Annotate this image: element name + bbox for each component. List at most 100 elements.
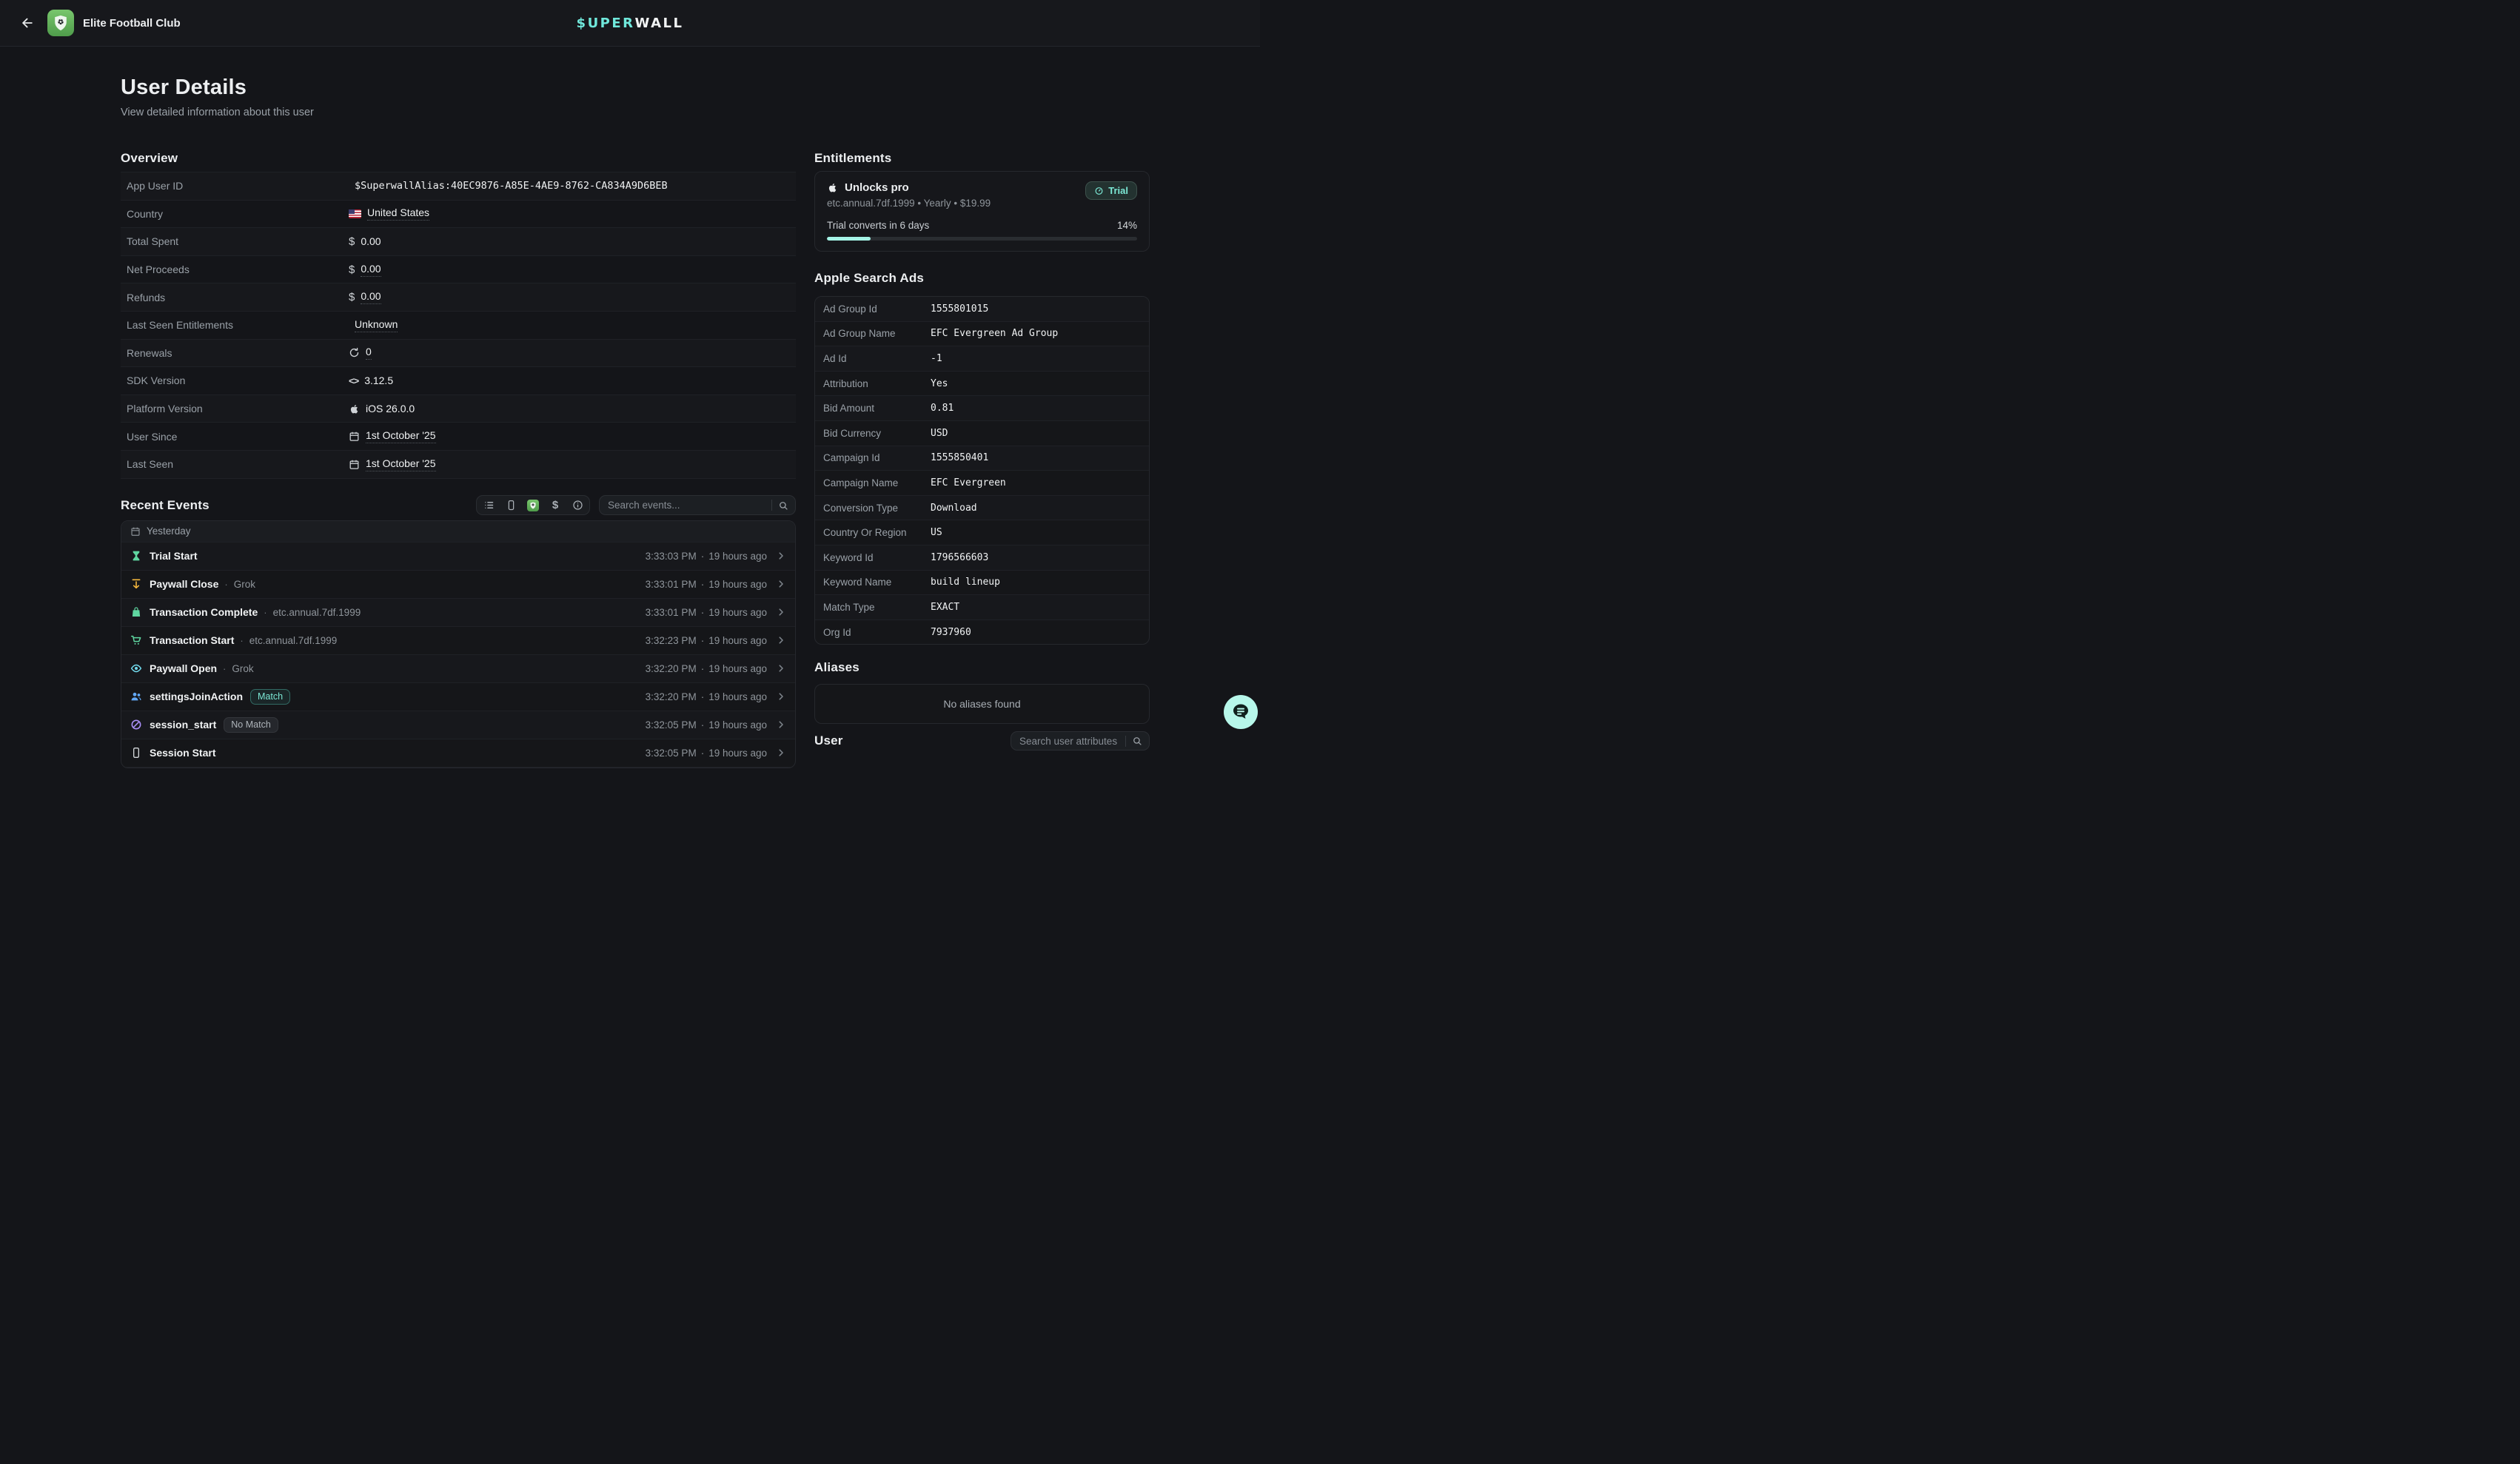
event-ago: 19 hours ago bbox=[708, 635, 767, 646]
logo-accent: $UPER bbox=[577, 16, 635, 31]
user-heading: User bbox=[814, 733, 843, 748]
table-row: Bid Currency USD bbox=[815, 421, 1149, 446]
chevron-right-icon bbox=[776, 635, 786, 645]
events-view-button[interactable] bbox=[500, 497, 521, 513]
timer-icon bbox=[1094, 186, 1104, 195]
event-icon bbox=[130, 719, 142, 731]
page-title: User Details bbox=[121, 75, 796, 100]
events-group-label: Yesterday bbox=[147, 526, 191, 537]
event-subtitle: etc.annual.7df.1999 bbox=[249, 635, 338, 646]
event-time: 3:33:01 PM bbox=[646, 607, 697, 618]
table-row: SDK Version <> 3.12.5 bbox=[121, 367, 796, 395]
event-icon bbox=[130, 747, 142, 759]
event-badge: Match bbox=[250, 689, 290, 705]
event-row[interactable]: settingsJoinAction Match 3:32:20 PM · 19… bbox=[121, 683, 795, 711]
row-label: SDK Version bbox=[121, 375, 349, 386]
events-view-button[interactable] bbox=[478, 497, 499, 513]
soccer-crest-icon bbox=[51, 13, 70, 33]
event-time-separator: · bbox=[701, 748, 705, 759]
row-value: EFC Evergreen Ad Group bbox=[931, 328, 1058, 339]
event-name: session_start bbox=[150, 719, 216, 731]
event-time: 3:33:01 PM bbox=[646, 579, 697, 590]
chevron-right-icon bbox=[776, 663, 786, 674]
event-row[interactable]: Trial Start 3:33:03 PM · 19 hours ago bbox=[121, 543, 795, 571]
event-time: 3:32:05 PM bbox=[646, 748, 697, 759]
event-row[interactable]: Session Start 3:32:05 PM · 19 hours ago bbox=[121, 739, 795, 768]
recent-events-heading: Recent Events bbox=[121, 498, 210, 513]
event-ago: 19 hours ago bbox=[708, 748, 767, 759]
row-label: Last Seen bbox=[121, 458, 349, 470]
row-label: Ad Group Name bbox=[815, 328, 931, 339]
row-value: 1555801015 bbox=[931, 303, 988, 315]
row-value: 0 bbox=[366, 346, 372, 360]
entitlement-details: etc.annual.7df.1999 • Yearly • $19.99 bbox=[827, 198, 991, 209]
events-search bbox=[599, 495, 796, 515]
trial-progress-fill bbox=[827, 237, 871, 241]
table-row: Last Seen Entitlements Unknown bbox=[121, 312, 796, 340]
row-value: Yes bbox=[931, 378, 948, 389]
event-name: settingsJoinAction bbox=[150, 691, 243, 702]
event-row[interactable]: Transaction Complete · etc.annual.7df.19… bbox=[121, 599, 795, 627]
chat-bubble-icon bbox=[1230, 701, 1252, 723]
event-subtitle: Grok bbox=[234, 579, 255, 590]
row-label: Campaign Name bbox=[815, 477, 931, 488]
back-button[interactable] bbox=[16, 12, 38, 34]
value-icon: <> bbox=[349, 375, 358, 386]
events-search-input[interactable] bbox=[606, 499, 765, 511]
events-view-button[interactable]: $ bbox=[545, 497, 566, 513]
search-icon bbox=[778, 500, 788, 511]
event-row[interactable]: Paywall Open · Grok 3:32:20 PM · 19 hour… bbox=[121, 655, 795, 683]
row-value: build lineup bbox=[931, 577, 1000, 588]
user-section-header: User bbox=[814, 731, 1150, 751]
row-label: Ad Id bbox=[815, 353, 931, 364]
left-column: User Details View detailed information a… bbox=[121, 47, 796, 768]
value-icon: $ bbox=[349, 263, 355, 276]
row-label: Attribution bbox=[815, 378, 931, 389]
row-label: Bid Currency bbox=[815, 428, 931, 439]
event-ago: 19 hours ago bbox=[708, 551, 767, 562]
table-row: Bid Amount 0.81 bbox=[815, 396, 1149, 421]
event-icon bbox=[130, 662, 142, 674]
events-view-button[interactable] bbox=[567, 497, 588, 513]
table-row: Attribution Yes bbox=[815, 372, 1149, 397]
event-ago: 19 hours ago bbox=[708, 691, 767, 702]
event-time: 3:33:03 PM bbox=[646, 551, 697, 562]
row-label: Keyword Id bbox=[815, 552, 931, 563]
table-row: Keyword Id 1796566603 bbox=[815, 545, 1149, 571]
table-row: Refunds $ 0.00 bbox=[121, 283, 796, 312]
trial-converts-text: Trial converts in 6 days bbox=[827, 220, 929, 231]
table-row: Ad Group Id 1555801015 bbox=[815, 297, 1149, 322]
event-row[interactable]: session_start No Match 3:32:05 PM · 19 h… bbox=[121, 711, 795, 739]
events-view-button[interactable] bbox=[523, 497, 543, 513]
value-icon bbox=[349, 209, 361, 218]
event-badge: No Match bbox=[224, 717, 278, 733]
event-row[interactable]: Transaction Start · etc.annual.7df.1999 … bbox=[121, 627, 795, 655]
aliases-empty-state: No aliases found bbox=[814, 684, 1150, 724]
row-value: 1st October '25 bbox=[366, 457, 436, 471]
event-separator: · bbox=[224, 579, 227, 590]
event-icon bbox=[130, 578, 142, 590]
row-value: USD bbox=[931, 428, 948, 439]
chevron-right-icon bbox=[776, 551, 786, 561]
row-value: EFC Evergreen bbox=[931, 477, 1006, 488]
row-value: 0.00 bbox=[361, 263, 381, 277]
event-row[interactable]: Paywall Close · Grok 3:33:01 PM · 19 hou… bbox=[121, 571, 795, 599]
back-arrow-icon bbox=[20, 16, 35, 30]
aliases-empty-text: No aliases found bbox=[943, 698, 1020, 710]
topbar: Elite Football Club $UPERWALL bbox=[0, 0, 1260, 47]
event-time-separator: · bbox=[701, 551, 705, 562]
event-time-separator: · bbox=[701, 719, 705, 731]
recent-events-header: Recent Events $ bbox=[121, 495, 796, 516]
user-attributes-search-input[interactable] bbox=[1018, 735, 1119, 748]
logo-rest: WALL bbox=[635, 16, 684, 31]
trial-progress-bar bbox=[827, 237, 1137, 241]
support-chat-button[interactable] bbox=[1224, 695, 1258, 729]
app-name: Elite Football Club bbox=[83, 17, 181, 30]
trial-badge: Trial bbox=[1085, 181, 1137, 200]
event-time: 3:32:20 PM bbox=[646, 663, 697, 674]
table-row: User Since 1st October '25 bbox=[121, 423, 796, 451]
entitlements-heading: Entitlements bbox=[814, 151, 1150, 166]
event-name: Paywall Open bbox=[150, 662, 217, 674]
chevron-right-icon bbox=[776, 719, 786, 730]
table-row: Country Or Region US bbox=[815, 520, 1149, 545]
